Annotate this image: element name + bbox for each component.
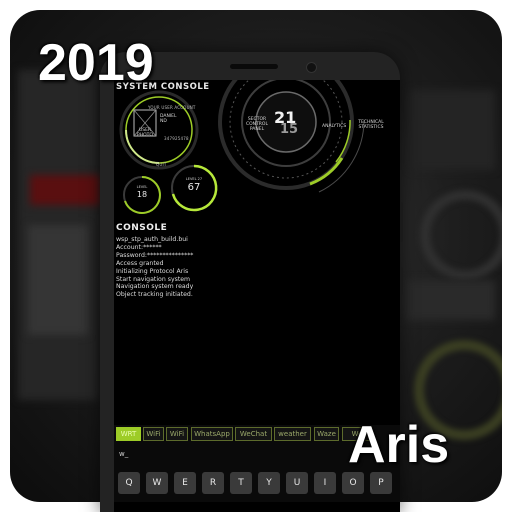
suggestion-chip[interactable]: WeChat — [235, 427, 272, 441]
key-i[interactable]: I — [314, 472, 336, 494]
log-line: Start navigation system — [116, 275, 191, 283]
sector-control-button[interactable]: SECTOR CONTROL PANEL — [242, 117, 272, 132]
small-gauge: LEVEL 18 — [136, 185, 148, 199]
suggestion-chip[interactable]: WiFi — [143, 427, 164, 441]
technical-statistics-button[interactable]: TECHNICAL STATISTICS — [354, 120, 388, 130]
quit-button[interactable]: QUIT — [156, 162, 167, 167]
key-o[interactable]: O — [342, 472, 364, 494]
user-photo-label[interactable]: USER PHOTO — [132, 128, 158, 138]
log-line: Navigation system ready — [116, 283, 194, 291]
large-gauge: LEVEL 27 67 — [185, 177, 203, 193]
key-r[interactable]: R — [202, 472, 224, 494]
suggestion-chip[interactable]: Waze — [314, 427, 339, 441]
log-line: Object tracking initiated. — [116, 291, 193, 299]
front-camera — [306, 62, 317, 73]
user-name: DANIEL ND — [160, 114, 177, 124]
suggestion-chip[interactable]: WhatsApp — [191, 427, 233, 441]
key-e[interactable]: E — [174, 472, 196, 494]
log-line: Initializing Protocol Aris — [116, 267, 189, 275]
suggestion-chip[interactable]: WRT — [116, 427, 141, 441]
key-q[interactable]: Q — [118, 472, 140, 494]
year-overlay: 2019 — [38, 34, 154, 92]
log-line: Access granted — [116, 259, 164, 267]
typed-text: w_ — [119, 450, 129, 458]
console-title: CONSOLE — [116, 223, 168, 233]
app-name-overlay: Aris — [348, 416, 450, 474]
hud-graphics — [119, 80, 365, 214]
suggestion-chip[interactable]: WiFi — [166, 427, 188, 441]
suggestion-chip[interactable]: weather — [274, 427, 311, 441]
user-account-label: YOUR USER ACCOUNT — [148, 105, 196, 110]
analytics-button[interactable]: ANALYTICS — [322, 124, 346, 129]
key-t[interactable]: T — [230, 472, 252, 494]
phone-number: 347925478 — [164, 136, 189, 141]
key-w[interactable]: W — [146, 472, 168, 494]
key-p[interactable]: P — [370, 472, 392, 494]
key-u[interactable]: U — [286, 472, 308, 494]
log-line: wsp_stp_auth_build.bui — [116, 236, 188, 243]
log-line: Password:*************** — [116, 251, 194, 259]
key-y[interactable]: Y — [258, 472, 280, 494]
console-log: wsp_stp_auth_build.bui Account:****** Pa… — [116, 236, 193, 299]
log-line: Account:****** — [116, 243, 162, 251]
clock-minute: 15 — [280, 122, 299, 137]
speaker-grille — [230, 64, 278, 69]
